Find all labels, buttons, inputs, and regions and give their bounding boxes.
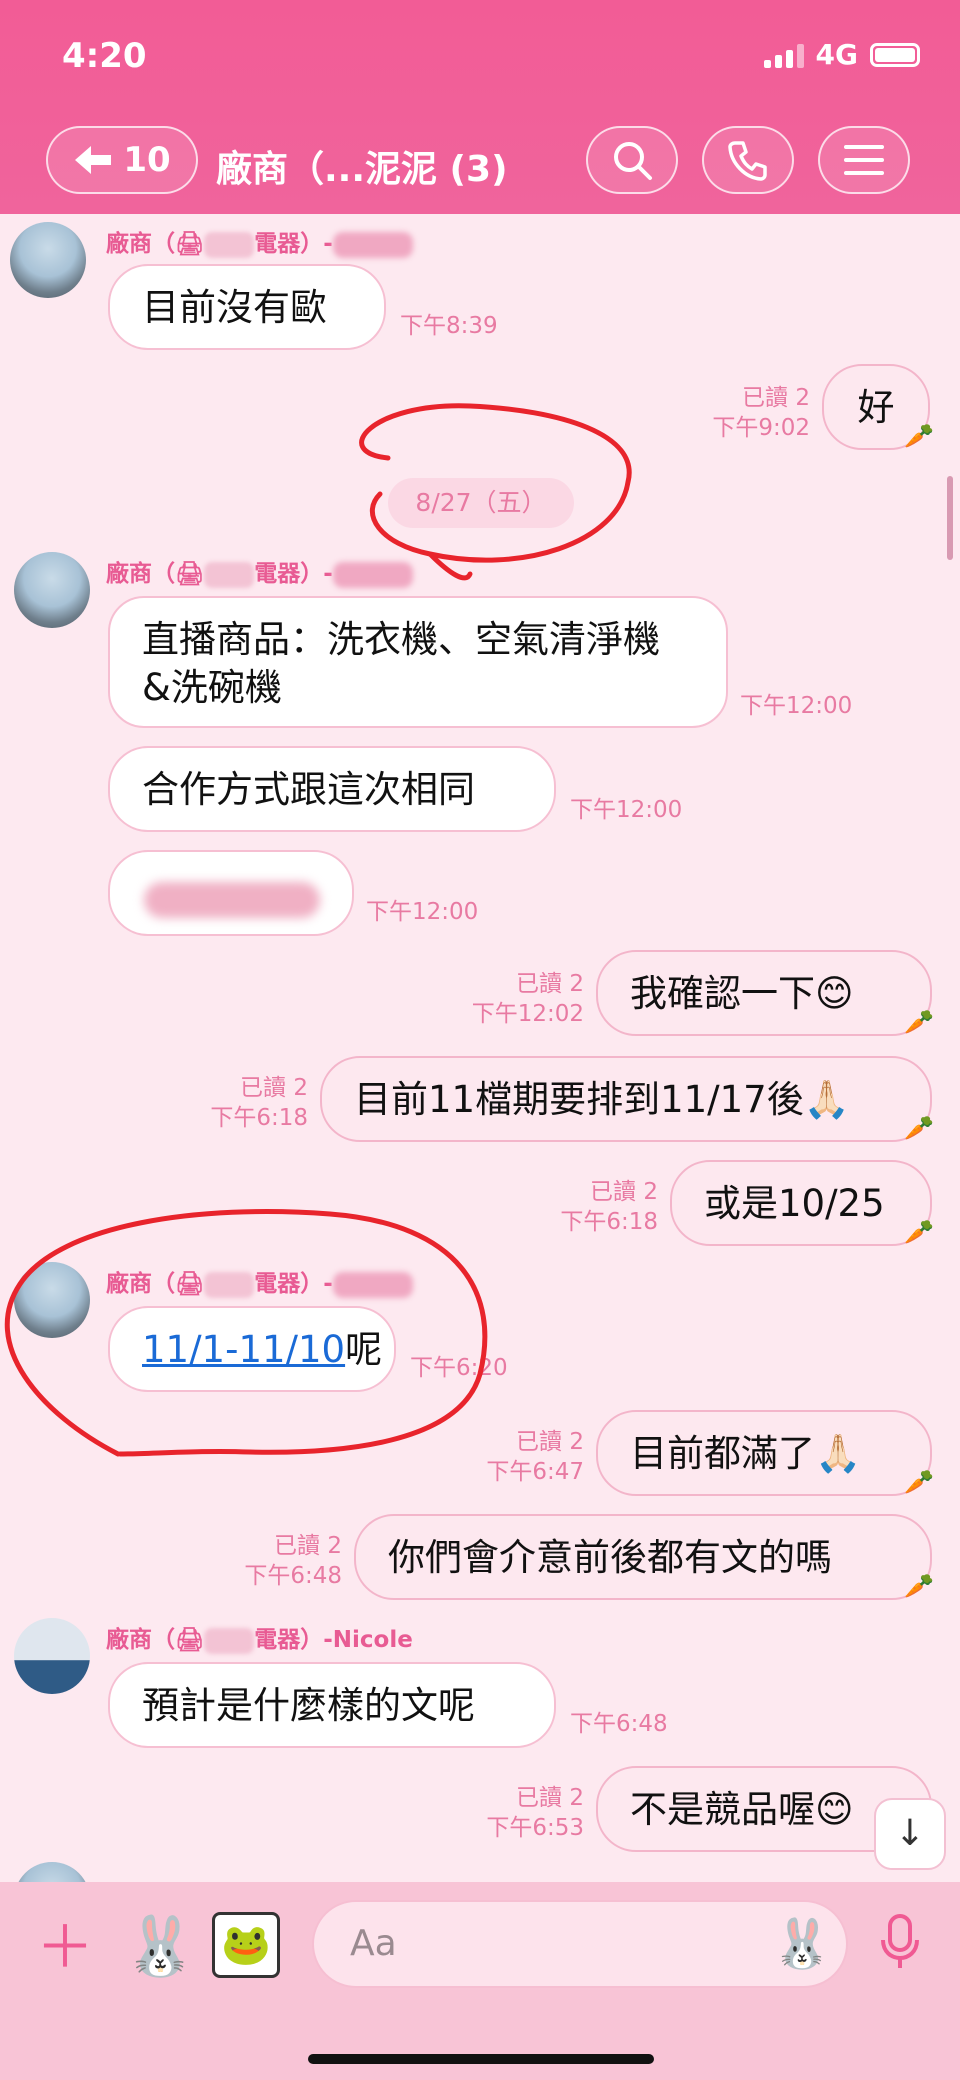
- avatar[interactable]: [10, 222, 86, 298]
- date-link[interactable]: 11/1-11/10: [142, 1328, 345, 1371]
- my-message-bubble[interactable]: 目前11檔期要排到11/17後🙏🏻: [320, 1056, 932, 1142]
- sender-name: 廠商（🖨 電器）-: [106, 554, 413, 588]
- my-message-bubble[interactable]: 你們會介意前後都有文的嗎: [354, 1514, 932, 1600]
- sender-name: 廠商（🖨 電器）-: [106, 224, 413, 258]
- avatar[interactable]: [14, 552, 90, 628]
- read-receipt: 已讀 2: [274, 1533, 342, 1559]
- message-time: 下午9:02: [712, 415, 810, 441]
- my-message-bubble[interactable]: 或是10/25: [670, 1160, 932, 1246]
- read-receipt: 已讀 2: [590, 1179, 658, 1205]
- message-time: 下午6:48: [570, 1711, 668, 1737]
- message-time: 下午12:00: [740, 693, 853, 719]
- message-bubble[interactable]: 直播商品：洗衣機、空氣清淨機 &洗碗機: [108, 596, 728, 728]
- avatar[interactable]: [14, 1262, 90, 1338]
- read-receipt: 已讀 2: [742, 385, 810, 411]
- chat-messages[interactable]: 廠商（🖨 電器）- 目前沒有歐 下午8:39 已讀 2 下午9:02 好 🥕 8/…: [0, 214, 960, 1882]
- read-receipt: 已讀 2: [516, 1785, 584, 1811]
- down-arrow-icon: ↓: [894, 1813, 926, 1854]
- sticker-bunny-icon[interactable]: 🐰: [124, 1906, 196, 1986]
- carrot-icon: 🥕: [904, 1468, 934, 1496]
- sender-name: 廠商（🖨 電器）-: [106, 1264, 413, 1298]
- message-time: 下午6:47: [486, 1459, 584, 1485]
- photo-icon[interactable]: 🐸: [212, 1912, 280, 1978]
- plus-icon[interactable]: ＋: [36, 1918, 94, 1976]
- carrot-icon: 🥕: [904, 1114, 934, 1142]
- chat-title: 廠商（...泥泥 (3): [216, 149, 508, 190]
- message-time: 下午12:02: [471, 1001, 584, 1027]
- message-time: 下午12:00: [366, 899, 479, 925]
- network-label: 4G: [815, 38, 858, 71]
- sender-name: 廠商（🖨 電器）-Nicole: [106, 1627, 413, 1654]
- search-icon: [614, 142, 652, 180]
- message-time: 下午6:48: [244, 1563, 342, 1589]
- microphone-icon[interactable]: [880, 1912, 920, 1972]
- battery-icon: [870, 42, 920, 67]
- message-bubble[interactable]: 預計是什麼樣的文呢: [108, 1662, 556, 1748]
- unread-count: 10: [123, 140, 171, 180]
- message-time: 下午6:20: [410, 1355, 508, 1381]
- carrot-icon: 🥕: [904, 1008, 934, 1036]
- message-time: 下午6:18: [210, 1105, 308, 1131]
- my-message-bubble[interactable]: 目前都滿了🙏🏻: [596, 1410, 932, 1496]
- avatar[interactable]: [14, 1618, 90, 1694]
- signal-icon: [763, 42, 804, 68]
- read-receipt: 已讀 2: [240, 1075, 308, 1101]
- redacted-content: [144, 881, 320, 918]
- date-divider: 8/27（五）: [388, 478, 574, 528]
- menu-button[interactable]: [818, 126, 910, 194]
- scrollbar[interactable]: [947, 476, 953, 560]
- carrot-icon: 🥕: [904, 1218, 934, 1246]
- phone-icon: [728, 141, 767, 181]
- message-time: 下午12:00: [570, 797, 683, 823]
- avatar[interactable]: [14, 1862, 90, 1882]
- scroll-to-bottom-button[interactable]: ↓: [874, 1798, 946, 1870]
- message-bubble[interactable]: 目前沒有歐: [108, 264, 386, 350]
- message-bubble[interactable]: 11/1-11/10呢: [108, 1306, 396, 1392]
- menu-icon: [844, 145, 884, 175]
- back-button[interactable]: 10: [46, 126, 198, 194]
- message-time: 下午8:39: [400, 313, 498, 339]
- emoji-icon[interactable]: 🐰: [772, 1906, 832, 1982]
- redacted-message-bubble[interactable]: [108, 850, 354, 936]
- search-button[interactable]: [586, 126, 678, 194]
- message-input[interactable]: Aa: [312, 1900, 848, 1988]
- message-bubble[interactable]: 合作方式跟這次相同: [108, 746, 556, 832]
- message-time: 下午6:53: [486, 1815, 584, 1841]
- message-time: 下午6:18: [560, 1209, 658, 1235]
- read-receipt: 已讀 2: [516, 971, 584, 997]
- chat-header: 4:20 4G 10 廠商（...泥泥 (3): [0, 0, 960, 214]
- status-time: 4:20: [62, 36, 147, 76]
- home-indicator: [308, 2054, 654, 2064]
- call-button[interactable]: [702, 126, 794, 194]
- back-arrow-icon: [75, 146, 112, 174]
- carrot-icon: 🥕: [904, 422, 934, 450]
- my-message-bubble[interactable]: 我確認一下😊: [596, 950, 932, 1036]
- read-receipt: 已讀 2: [516, 1429, 584, 1455]
- carrot-icon: 🥕: [904, 1572, 934, 1600]
- message-input-bar: ＋ 🐰 🐸 Aa 🐰: [0, 1882, 960, 2080]
- status-indicators: 4G: [763, 38, 920, 71]
